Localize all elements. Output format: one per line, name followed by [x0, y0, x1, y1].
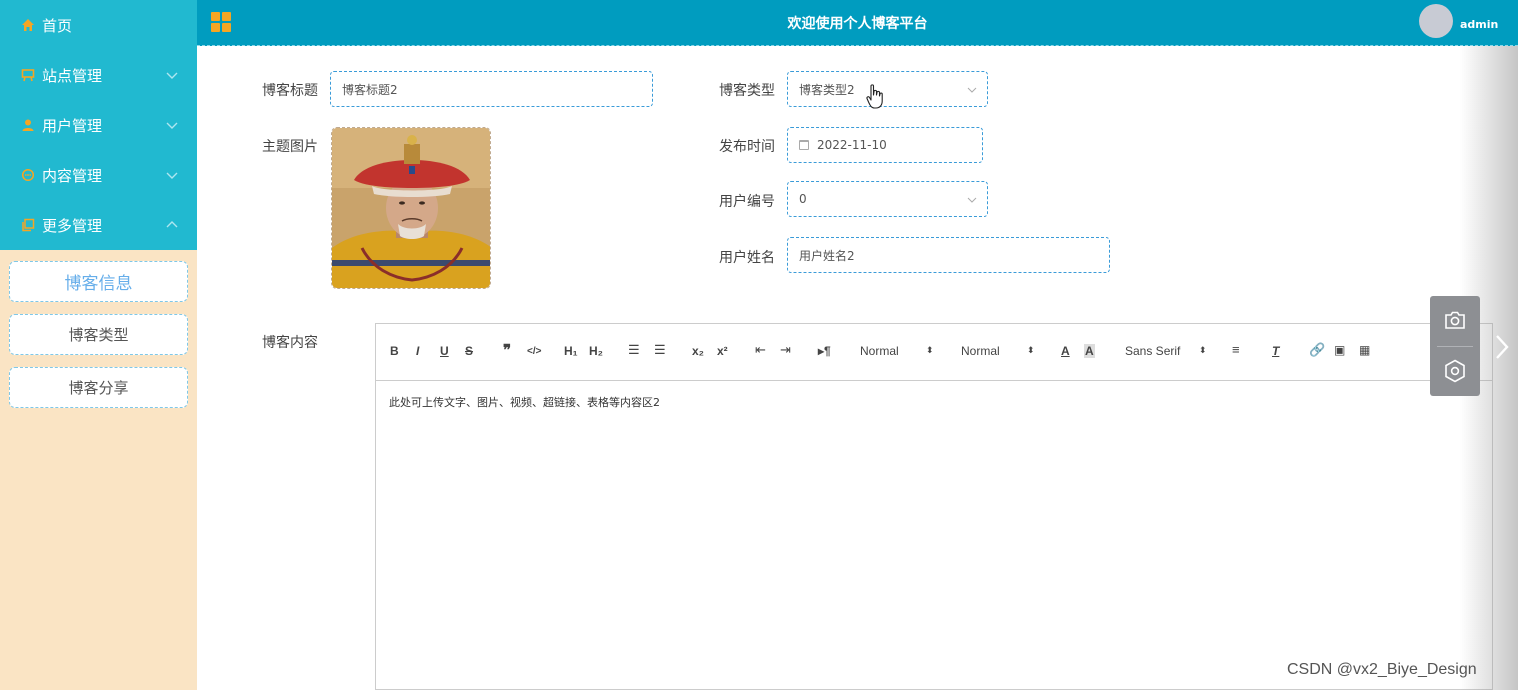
blockquote-icon[interactable]: ❞ — [503, 341, 511, 359]
submenu-item-blog-type[interactable]: 博客类型 — [9, 314, 188, 355]
user-name-value: 用户姓名2 — [799, 248, 855, 263]
time-label: 发布时间 — [719, 139, 775, 155]
sidebar-item-site[interactable]: 站点管理 — [0, 50, 197, 100]
user-number-select[interactable]: 0 — [787, 181, 988, 217]
type-select-value: 博客类型2 — [799, 82, 855, 97]
editor-content[interactable]: 此处可上传文字、图片、视频、超链接、表格等内容区2 — [376, 381, 1492, 423]
board-icon — [20, 67, 36, 83]
chevron-down-icon — [166, 172, 178, 179]
underline-icon[interactable]: U — [440, 344, 449, 358]
type-label: 博客类型 — [719, 83, 775, 99]
watermark: CSDN @vx2_Biye_Design — [1287, 661, 1477, 678]
clear-format-icon[interactable]: T — [1272, 344, 1279, 358]
image-label: 主题图片 — [262, 139, 318, 155]
chevron-right-icon[interactable] — [1494, 333, 1510, 361]
user-icon — [20, 117, 36, 133]
background-color-icon[interactable]: A — [1084, 344, 1095, 358]
editor-content-text: 此处可上传文字、图片、视频、超链接、表格等内容区2 — [389, 396, 660, 409]
submenu-item-blog-info[interactable]: 博客信息 — [9, 261, 188, 302]
submenu-item-blog-share[interactable]: 博客分享 — [9, 367, 188, 408]
user-number-value: 0 — [799, 192, 807, 206]
ordered-list-icon[interactable]: ☰ — [628, 342, 640, 358]
title-input-value: 博客标题2 — [342, 82, 398, 97]
floating-toolbar — [1430, 296, 1480, 396]
avatar[interactable] — [1419, 4, 1453, 38]
submenu: 博客信息 博客类型 博客分享 — [0, 250, 197, 408]
user-name-input[interactable]: 用户姓名2 — [787, 237, 1110, 273]
select-arrows-icon: ⬍ — [926, 345, 934, 355]
font-select[interactable]: Sans Serif — [1125, 344, 1180, 358]
chevron-down-icon — [166, 72, 178, 79]
chat-icon — [20, 167, 36, 183]
title-input[interactable]: 博客标题2 — [330, 71, 653, 107]
h1-icon[interactable]: H₁ — [564, 344, 578, 358]
link-icon[interactable]: 🔗 — [1309, 342, 1325, 358]
indent-icon[interactable]: ⇥ — [780, 342, 791, 358]
type-select[interactable]: 博客类型2 — [787, 71, 988, 107]
chevron-down-icon — [967, 87, 977, 93]
sidebar-item-home[interactable]: 首页 — [0, 0, 197, 50]
header-username[interactable]: admin — [1460, 18, 1498, 31]
hexagon-icon[interactable] — [1444, 359, 1466, 383]
video-icon[interactable]: ▦ — [1359, 343, 1370, 357]
superscript-icon[interactable]: x² — [717, 344, 728, 358]
italic-icon[interactable]: I — [416, 344, 419, 358]
title-label: 博客标题 — [262, 83, 318, 99]
calendar-icon — [799, 140, 809, 150]
sidebar-item-label: 更多管理 — [42, 216, 103, 235]
size-select[interactable]: Normal — [961, 344, 1000, 358]
hand-cursor-icon — [866, 84, 883, 109]
select-arrows-icon: ⬍ — [1199, 345, 1207, 355]
sidebar-item-label: 站点管理 — [42, 66, 103, 85]
copy-icon — [20, 217, 36, 233]
chevron-down-icon — [967, 197, 977, 203]
rich-text-editor: B I U S ❞ </> H₁ H₂ ☰ ☰ x₂ x² ⇤ ⇥ ▸¶ Nor… — [375, 323, 1493, 690]
image-icon[interactable]: ▣ — [1334, 343, 1345, 357]
sidebar: 首页 站点管理 用户管理 内容管理 更多管理 博客信息 博客类型 博客分享 — [0, 0, 197, 690]
outdent-icon[interactable]: ⇤ — [755, 342, 766, 358]
page-title: 欢迎使用个人博客平台 — [787, 16, 928, 32]
sidebar-item-more[interactable]: 更多管理 — [0, 200, 197, 250]
bold-icon[interactable]: B — [390, 344, 399, 358]
camera-icon[interactable] — [1444, 310, 1466, 330]
font-color-icon[interactable]: A — [1061, 344, 1070, 358]
publish-date-value: 2022-11-10 — [817, 138, 887, 152]
h2-icon[interactable]: H₂ — [589, 344, 603, 358]
align-icon[interactable]: ≡ — [1232, 342, 1240, 357]
code-icon[interactable]: </> — [527, 346, 541, 357]
sidebar-item-label: 用户管理 — [42, 116, 103, 135]
sidebar-item-label: 首页 — [42, 16, 73, 35]
strike-icon[interactable]: S — [465, 344, 473, 358]
publish-date-picker[interactable]: 2022-11-10 — [787, 127, 983, 163]
theme-image[interactable] — [331, 127, 491, 289]
chevron-up-icon — [166, 221, 178, 228]
sidebar-item-users[interactable]: 用户管理 — [0, 100, 197, 150]
editor-toolbar: B I U S ❞ </> H₁ H₂ ☰ ☰ x₂ x² ⇤ ⇥ ▸¶ Nor… — [376, 324, 1492, 381]
select-arrows-icon: ⬍ — [1027, 345, 1035, 355]
sidebar-nav: 首页 站点管理 用户管理 内容管理 更多管理 — [0, 0, 197, 250]
top-header: 欢迎使用个人博客平台 admin — [197, 0, 1518, 46]
chevron-down-icon — [166, 122, 178, 129]
username-label: 用户姓名 — [719, 250, 775, 266]
sidebar-item-label: 内容管理 — [42, 166, 103, 185]
bullet-list-icon[interactable]: ☰ — [654, 342, 666, 358]
header-select[interactable]: Normal — [860, 344, 899, 358]
sidebar-item-content[interactable]: 内容管理 — [0, 150, 197, 200]
userno-label: 用户编号 — [719, 194, 775, 210]
content-label: 博客内容 — [262, 335, 318, 351]
home-icon — [20, 17, 36, 33]
subscript-icon[interactable]: x₂ — [692, 344, 704, 358]
text-direction-icon[interactable]: ▸¶ — [818, 344, 831, 358]
